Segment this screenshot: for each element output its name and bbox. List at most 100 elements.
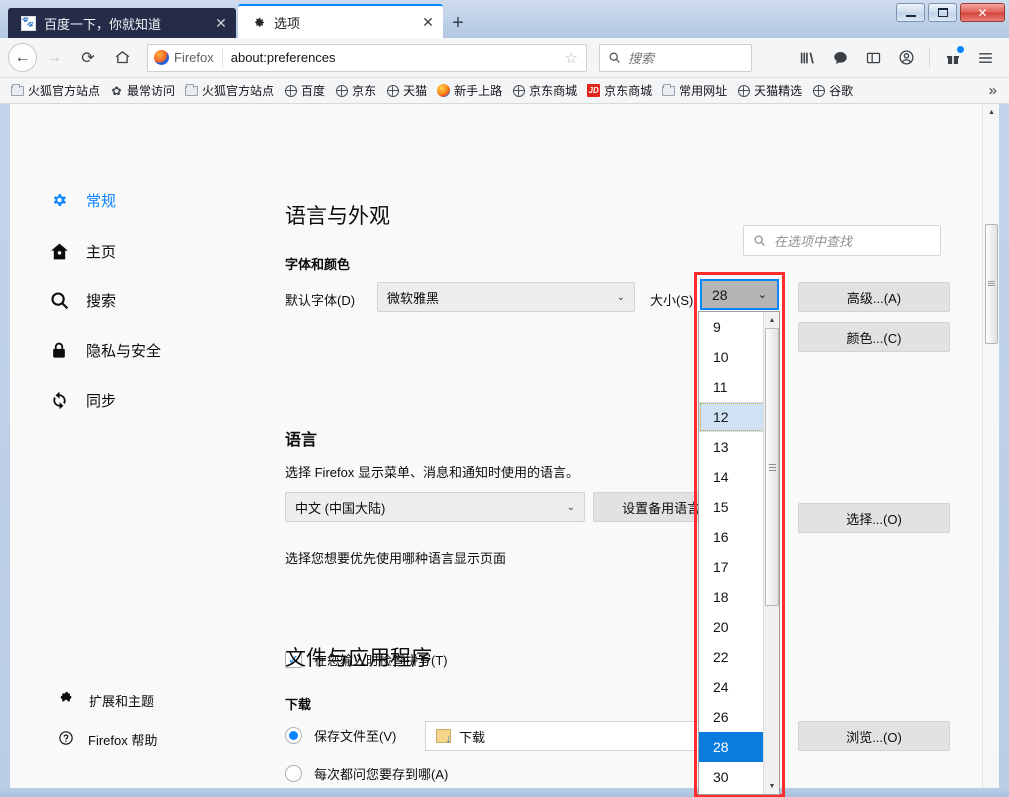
font-size-option[interactable]: 20 bbox=[699, 612, 765, 642]
chevron-down-icon: ⌄ bbox=[617, 292, 625, 303]
font-size-option[interactable]: 16 bbox=[699, 522, 765, 552]
folder-icon bbox=[185, 84, 198, 97]
language-select[interactable]: 中文 (中国大陆) ⌄ bbox=[285, 492, 585, 522]
font-size-option[interactable]: 30 bbox=[699, 762, 765, 792]
bookmark-item[interactable]: 新手上路 bbox=[432, 80, 507, 101]
hamburger-menu-icon[interactable] bbox=[970, 43, 1001, 73]
font-size-label: 大小(S) bbox=[650, 290, 693, 309]
sidebar-item-firefox-help[interactable]: Firefox 帮助 bbox=[58, 730, 157, 749]
sidebar-icon[interactable] bbox=[858, 43, 889, 73]
sidebar-item-privacy-security[interactable]: 隐私与安全 bbox=[48, 336, 161, 364]
bookmark-item[interactable]: 谷歌 bbox=[807, 80, 858, 101]
download-folder-icon bbox=[436, 729, 451, 743]
pocket-chat-icon[interactable] bbox=[825, 43, 856, 73]
identity-box[interactable]: Firefox bbox=[154, 49, 223, 67]
font-size-option[interactable]: 9 bbox=[699, 312, 765, 342]
gear-icon bbox=[250, 14, 266, 30]
chevron-down-icon: ⌄ bbox=[758, 288, 767, 301]
dropdown-scroll-down-arrow[interactable]: ▼ bbox=[764, 778, 780, 794]
font-size-option[interactable]: 22 bbox=[699, 642, 765, 672]
new-tab-button[interactable]: + bbox=[443, 8, 473, 38]
bookmark-item[interactable]: 常用网址 bbox=[657, 80, 732, 101]
choose-button[interactable]: 选择...(O) bbox=[798, 503, 950, 533]
tab-close-icon[interactable]: ✕ bbox=[419, 13, 437, 31]
maximize-button[interactable] bbox=[928, 3, 957, 22]
sidebar-item-label: 隐私与安全 bbox=[86, 340, 161, 361]
sidebar-footer-label: 扩展和主题 bbox=[89, 691, 154, 710]
dropdown-scrollbar-thumb[interactable] bbox=[765, 328, 779, 606]
font-size-option[interactable]: 28 bbox=[699, 732, 765, 762]
preferences-sidebar: 常规 主页 搜索 bbox=[10, 104, 260, 788]
font-size-value: 28 bbox=[712, 287, 728, 303]
font-size-option[interactable]: 17 bbox=[699, 552, 765, 582]
gear-icon bbox=[48, 190, 70, 211]
reload-button[interactable]: ⟳ bbox=[71, 43, 105, 73]
bookmark-item[interactable]: 火狐官方站点 bbox=[6, 80, 105, 101]
bookmark-item[interactable]: 京东商城 bbox=[507, 80, 582, 101]
save-files-to-radio[interactable] bbox=[285, 727, 302, 744]
default-font-select[interactable]: 微软雅黑 ⌄ bbox=[377, 282, 635, 312]
puzzle-icon bbox=[58, 690, 75, 710]
library-icon[interactable] bbox=[792, 43, 823, 73]
scroll-up-arrow[interactable]: ▲ bbox=[983, 104, 999, 121]
colors-button[interactable]: 颜色...(C) bbox=[798, 322, 950, 352]
tab-baidu[interactable]: 🐾 百度一下，你就知道 ✕ bbox=[8, 8, 236, 38]
sidebar-item-home[interactable]: 主页 bbox=[48, 237, 116, 265]
default-font-label: 默认字体(D) bbox=[285, 290, 355, 309]
sidebar-item-search[interactable]: 搜索 bbox=[48, 286, 116, 314]
bookmark-item[interactable]: ✿ 最常访问 bbox=[105, 80, 180, 101]
sidebar-item-sync[interactable]: 同步 bbox=[48, 386, 116, 414]
font-size-option[interactable]: 18 bbox=[699, 582, 765, 612]
subsection-heading-language: 语言 bbox=[285, 426, 317, 450]
font-size-select[interactable]: 28 ⌄ bbox=[700, 279, 779, 310]
sidebar-item-general[interactable]: 常规 bbox=[48, 186, 116, 214]
font-size-option[interactable]: 11 bbox=[699, 372, 765, 402]
back-button[interactable]: ← bbox=[8, 43, 37, 72]
bookmark-item[interactable]: 京东 bbox=[330, 80, 381, 101]
font-size-dropdown-list[interactable]: 9101112131415161718202224262830 ▲ ▼ bbox=[698, 311, 780, 795]
baidu-paw-icon: 🐾 bbox=[20, 15, 36, 31]
font-size-option[interactable]: 13 bbox=[699, 432, 765, 462]
font-size-option[interactable]: 26 bbox=[699, 702, 765, 732]
preferences-page: ▲ 在选项中查找 常规 bbox=[10, 104, 999, 788]
account-icon[interactable] bbox=[891, 43, 922, 73]
sidebar-item-label: 同步 bbox=[86, 390, 116, 411]
bookmark-item[interactable]: 火狐官方站点 bbox=[180, 80, 279, 101]
url-input[interactable]: about:preferences bbox=[223, 50, 565, 65]
font-size-option[interactable]: 12 bbox=[699, 402, 765, 432]
bookmark-item[interactable]: 天猫 bbox=[381, 80, 432, 101]
dropdown-scrollbar[interactable]: ▲ ▼ bbox=[763, 312, 779, 794]
font-size-option[interactable]: 15 bbox=[699, 492, 765, 522]
bookmark-label: 最常访问 bbox=[127, 82, 175, 99]
font-size-option[interactable]: 24 bbox=[699, 672, 765, 702]
gear-icon: ✿ bbox=[110, 84, 123, 97]
font-size-option[interactable]: 14 bbox=[699, 462, 765, 492]
bookmark-item[interactable]: 百度 bbox=[279, 80, 330, 101]
minimize-button[interactable] bbox=[896, 3, 925, 22]
sidebar-item-extensions-themes[interactable]: 扩展和主题 bbox=[58, 690, 154, 710]
tab-close-icon[interactable]: ✕ bbox=[212, 14, 230, 32]
browse-button[interactable]: 浏览...(O) bbox=[798, 721, 950, 751]
status-bar bbox=[0, 788, 1009, 797]
bookmark-item[interactable]: JD 京东商城 bbox=[582, 80, 657, 101]
advanced-button[interactable]: 高级...(A) bbox=[798, 282, 950, 312]
forward-button[interactable]: → bbox=[37, 43, 71, 73]
title-bar: 🐾 百度一下，你就知道 ✕ 选项 ✕ + ✕ bbox=[0, 0, 1009, 38]
always-ask-radio[interactable] bbox=[285, 765, 302, 782]
bookmark-item[interactable]: 天猫精选 bbox=[732, 80, 807, 101]
bookmark-label: 京东 bbox=[352, 82, 376, 99]
font-size-option[interactable]: 10 bbox=[699, 342, 765, 372]
tab-options[interactable]: 选项 ✕ bbox=[238, 4, 443, 38]
bookmark-label: 新手上路 bbox=[454, 82, 502, 99]
scrollbar-thumb[interactable] bbox=[985, 224, 998, 344]
bookmarks-overflow-icon[interactable]: » bbox=[989, 82, 1003, 99]
toolbar-search-box[interactable]: 搜索 bbox=[599, 44, 752, 72]
url-bar[interactable]: Firefox about:preferences ☆ bbox=[147, 44, 587, 72]
save-files-to-row[interactable]: 保存文件至(V) bbox=[285, 726, 396, 745]
dropdown-scroll-up-arrow[interactable]: ▲ bbox=[764, 312, 780, 328]
gift-icon[interactable] bbox=[937, 43, 968, 73]
bookmark-star-icon[interactable]: ☆ bbox=[565, 49, 580, 67]
always-ask-row[interactable]: 每次都问您要存到哪(A) bbox=[285, 764, 448, 783]
close-button[interactable]: ✕ bbox=[960, 3, 1005, 22]
home-button[interactable] bbox=[105, 43, 139, 73]
